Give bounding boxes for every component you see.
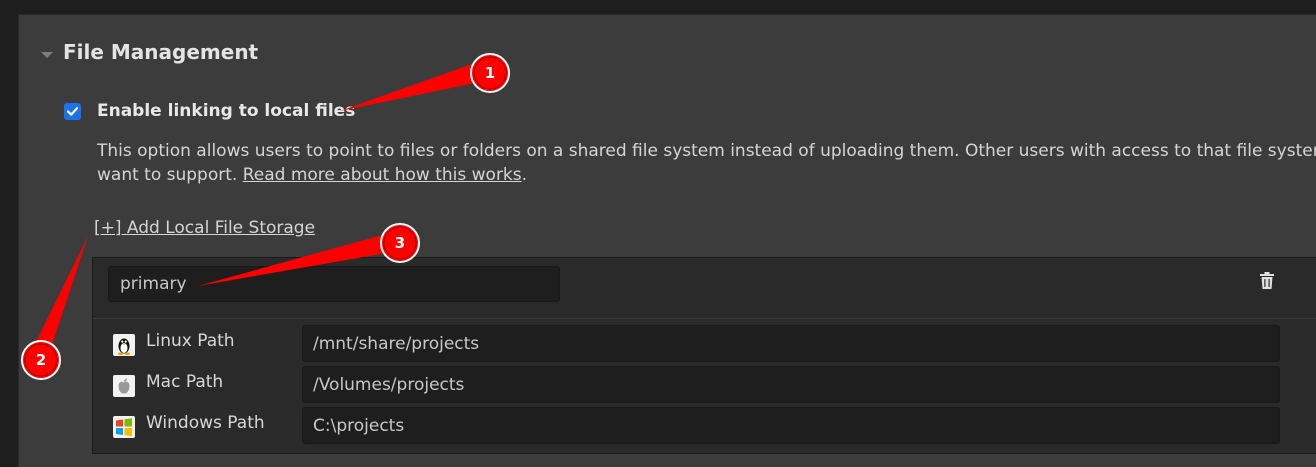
annotation-arrow-2 (33, 236, 88, 357)
annotation-badge-2-label: 2 (35, 351, 47, 369)
annotation-arrow-3 (198, 234, 392, 286)
annotation-badge-3-label: 3 (394, 234, 406, 252)
annotation-overlay (21, 53, 510, 380)
annotation-arrow-1 (340, 64, 480, 111)
annotation-badge-1-label: 1 (484, 64, 496, 82)
